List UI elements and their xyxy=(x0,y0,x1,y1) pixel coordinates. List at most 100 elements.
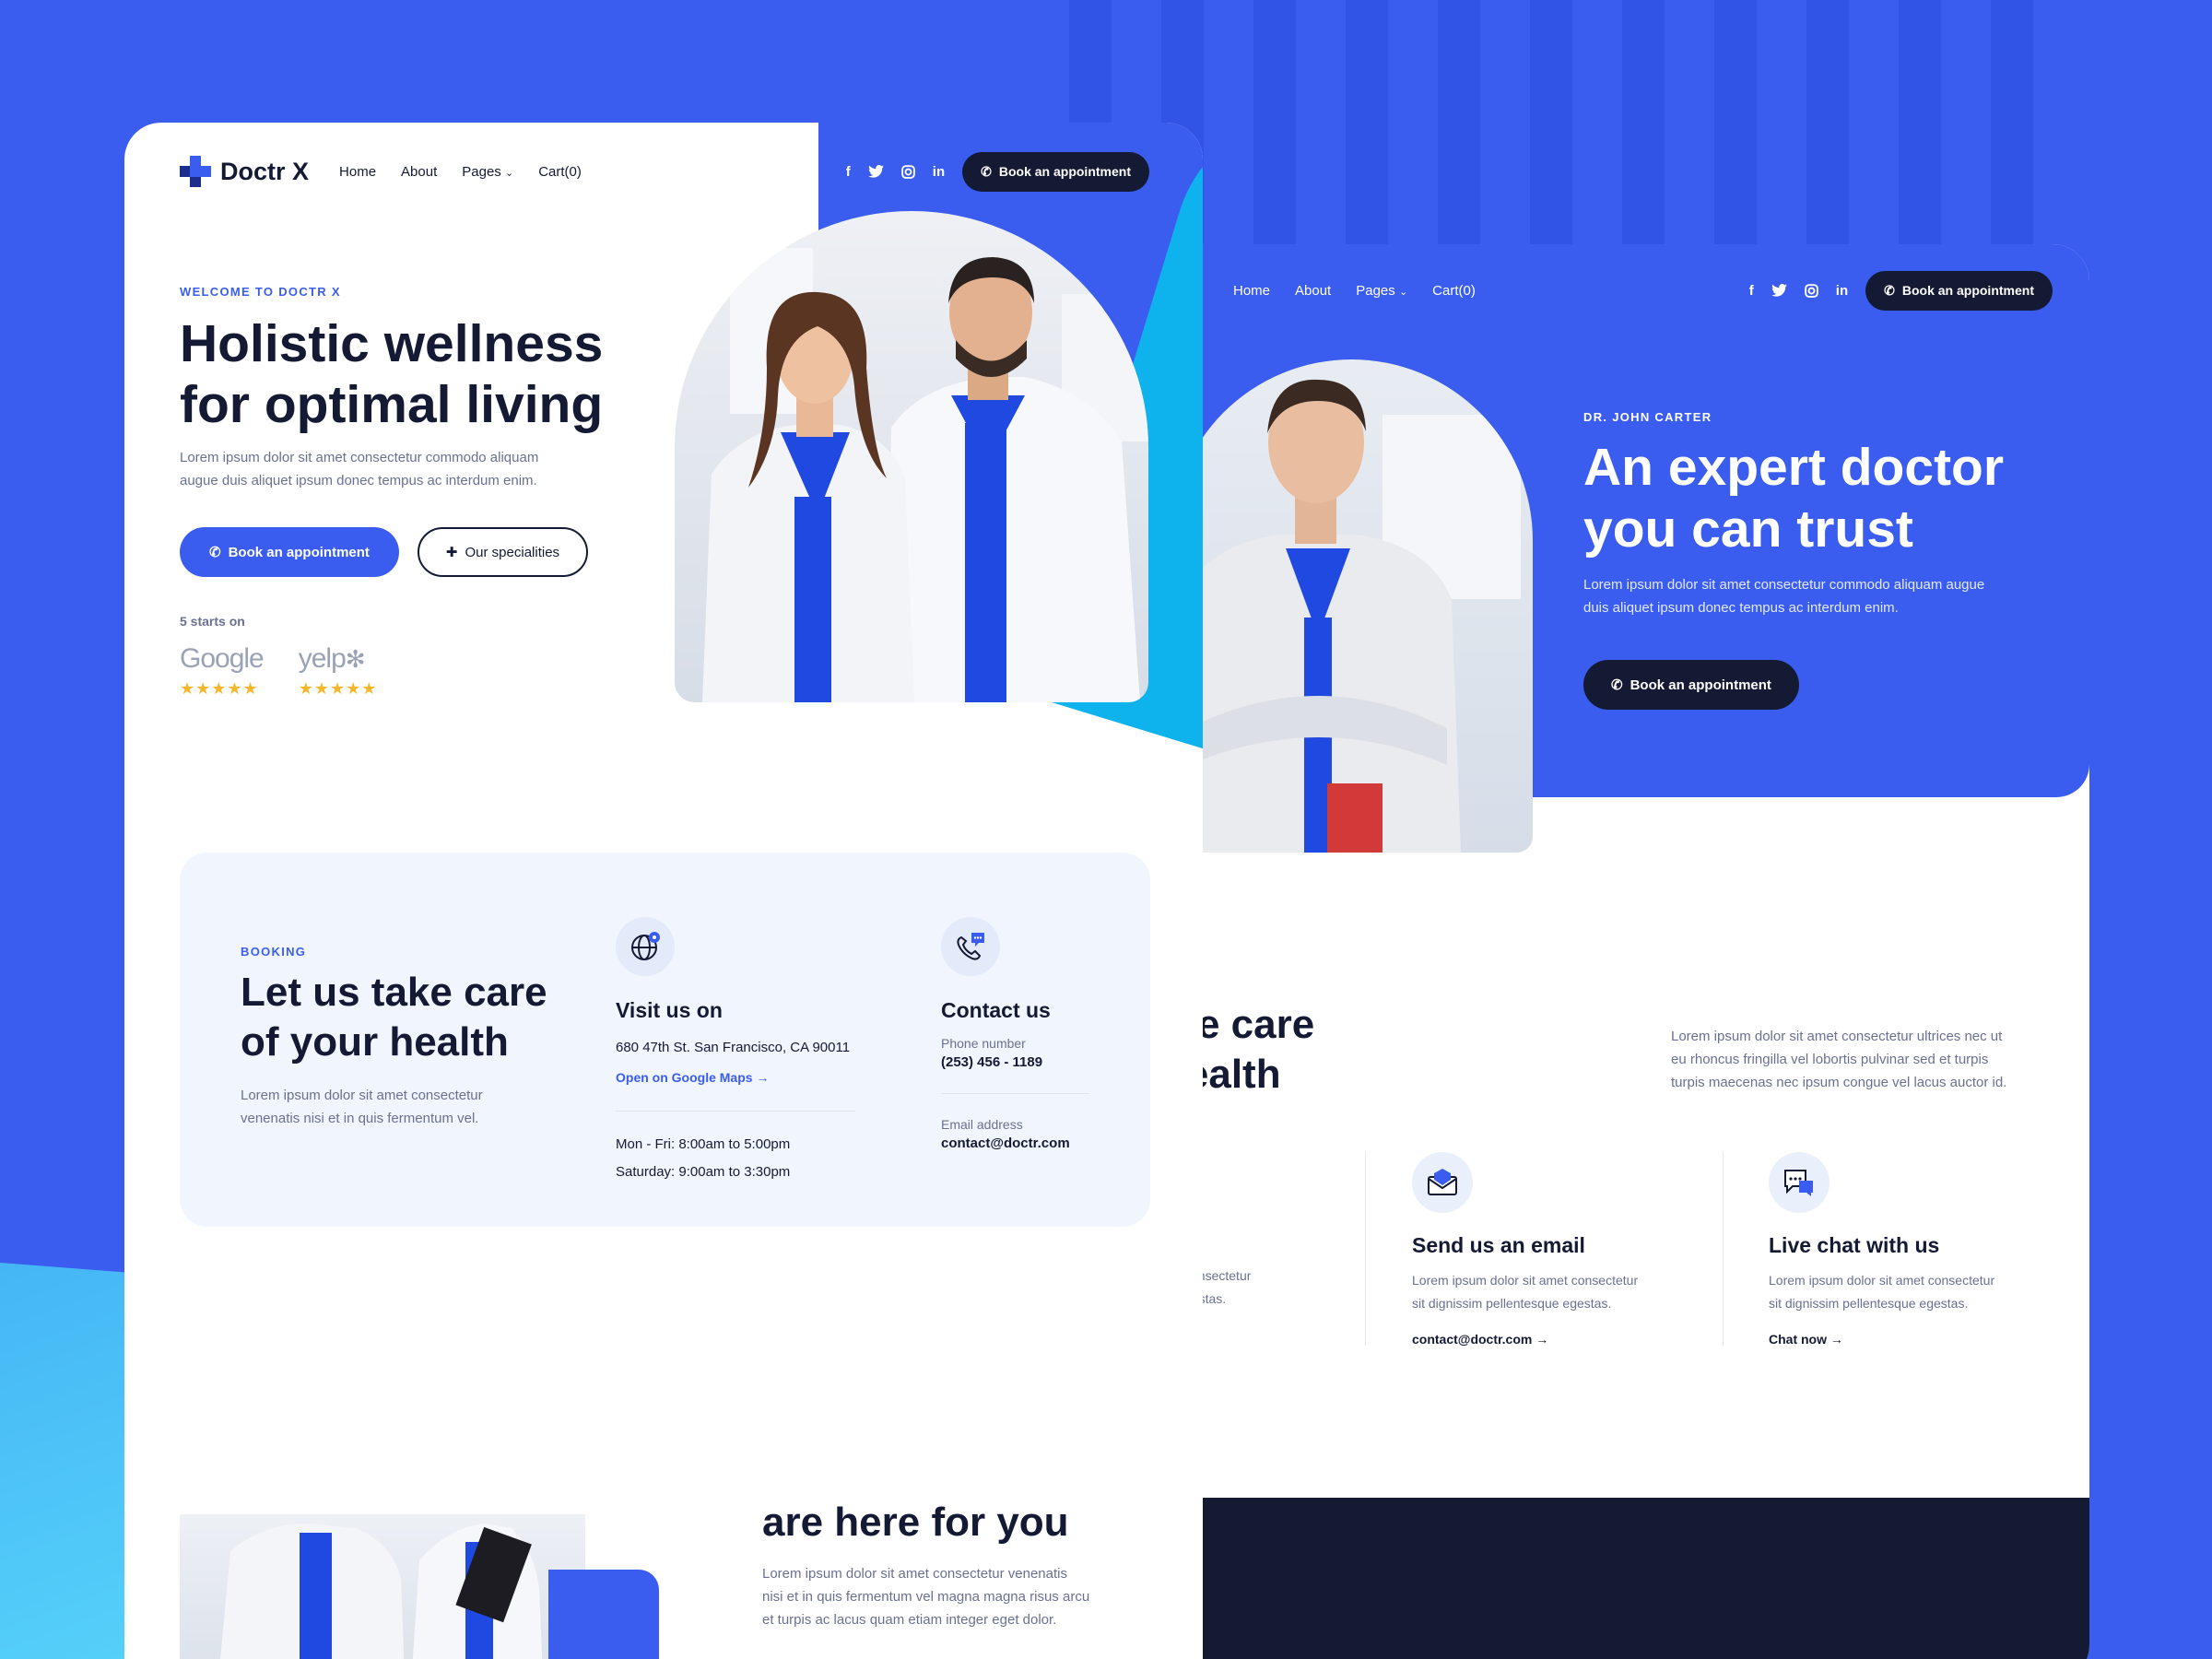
google-stars: ★★★★★ xyxy=(180,679,259,698)
booking-desc-line2: venenatis nisi et in quis fermentum vel. xyxy=(241,1111,479,1126)
hero-title: Holistic wellness for optimal living xyxy=(180,313,659,435)
instagram-icon[interactable] xyxy=(1804,283,1818,298)
linkedin-icon[interactable]: in xyxy=(1836,283,1848,299)
twitter-icon[interactable] xyxy=(867,165,884,178)
nav-cart-link[interactable]: Cart(0) xyxy=(1432,283,1476,299)
team-desc-line3: et turpis ac lacus quam etiam integer eg… xyxy=(762,1612,1057,1628)
background-stripe xyxy=(1438,0,1480,249)
feature-chat-title: Live chat with us xyxy=(1769,1233,1940,1257)
booking-title: Let us take care of your health xyxy=(241,968,609,1067)
header-book-button[interactable]: ✆ Book an appointment xyxy=(962,151,1149,192)
team-desc: Lorem ipsum dolor sit amet consectetur v… xyxy=(762,1562,1135,1631)
email-link[interactable]: contact@doctr.com → xyxy=(1412,1332,1716,1347)
doctor-book-label: Book an appointment xyxy=(1630,677,1771,693)
chat-link-label: Chat now xyxy=(1769,1332,1827,1347)
nav-about-link[interactable]: About xyxy=(401,164,437,180)
team-desc-line2: nisi et in quis fermentum vel magna magn… xyxy=(762,1589,1090,1605)
hero-book-label: Book an appointment xyxy=(228,544,370,560)
nav-pages-label: Pages xyxy=(1356,282,1395,299)
globe-pin-icon xyxy=(616,917,675,976)
phone-icon: ✆ xyxy=(981,163,992,179)
email-address[interactable]: contact@doctr.com xyxy=(941,1135,1088,1151)
google-rating: Google ★★★★★ xyxy=(180,643,265,699)
instagram-icon[interactable] xyxy=(900,164,915,179)
hero-title-line1: Holistic wellness xyxy=(180,314,604,373)
background-stripe xyxy=(1806,0,1849,249)
contact-desc-line2: eu rhoncus fringilla vel lobortis pulvin… xyxy=(1671,1052,1989,1067)
nav-home-link[interactable]: Home xyxy=(339,164,376,180)
contact-section-desc: Lorem ipsum dolor sit amet consectetur u… xyxy=(1671,1025,2049,1094)
yelp-rating: yelp✻ ★★★★★ xyxy=(299,643,378,699)
contact-divider xyxy=(941,1093,1088,1094)
visit-column: Visit us on 680 47th St. San Francisco, … xyxy=(616,917,855,1182)
doctor-title-line1: An expert doctor xyxy=(1583,438,2005,497)
doctor-book-button[interactable]: ✆ Book an appointment xyxy=(1583,660,1799,710)
header-book-label: Book an appointment xyxy=(998,164,1131,179)
hero-desc-line1: Lorem ipsum dolor sit amet consectetur c… xyxy=(180,450,539,465)
feature-chat-line1: Lorem ipsum dolor sit amet consectetur xyxy=(1769,1273,1995,1288)
chat-now-link[interactable]: Chat now → xyxy=(1769,1332,2073,1347)
feature-divider xyxy=(1723,1152,1724,1346)
hero-eyebrow: WELCOME TO DOCTR X xyxy=(180,285,341,299)
hero-text: WELCOME TO DOCTR X Holistic wellness for … xyxy=(180,285,659,699)
yelp-stars: ★★★★★ xyxy=(298,679,378,698)
rating-label: 5 starts on xyxy=(180,614,245,629)
team-title: are here for you xyxy=(762,1500,1069,1545)
team-desc-line1: Lorem ipsum dolor sit amet consectetur v… xyxy=(762,1566,1067,1582)
brand-logo[interactable]: Doctr X xyxy=(180,156,309,187)
chat-bubble-icon xyxy=(1769,1152,1830,1213)
nav-home-link[interactable]: Home xyxy=(1233,283,1270,299)
header-book-button[interactable]: ✆ Book an appointment xyxy=(1865,270,2053,311)
phone-chat-icon xyxy=(941,917,1000,976)
nav-about-link[interactable]: About xyxy=(1295,283,1331,299)
linkedin-icon[interactable]: in xyxy=(933,164,945,180)
booking-desc-line1: Lorem ipsum dolor sit amet consectetur xyxy=(241,1088,483,1103)
doctor-hero-title: An expert doctor you can trust xyxy=(1583,437,2063,560)
google-maps-link[interactable]: Open on Google Maps → xyxy=(616,1067,855,1088)
doctors-photo xyxy=(675,211,1148,702)
hero-title-line2: for optimal living xyxy=(180,375,604,434)
specialities-button[interactable]: ✚ Our specialities xyxy=(417,527,589,577)
brand-name: Doctr X xyxy=(220,157,310,185)
google-maps-label: Open on Google Maps xyxy=(616,1070,753,1085)
hero-desc: Lorem ipsum dolor sit amet consectetur c… xyxy=(180,446,659,492)
facebook-icon[interactable]: f xyxy=(1749,283,1754,299)
facebook-icon[interactable]: f xyxy=(846,164,851,180)
booking-intro: BOOKING Let us take care of your health L… xyxy=(241,945,609,1130)
feature-chat-desc: Lorem ipsum dolor sit amet consectetur si… xyxy=(1769,1269,2073,1315)
email-label: Email address xyxy=(941,1117,1023,1132)
nav-pages-dropdown[interactable]: Pages ⌄ xyxy=(1356,283,1407,299)
google-logo: Google xyxy=(180,643,265,674)
background-stripe xyxy=(1346,0,1388,249)
hero-book-button[interactable]: ✆ Book an appointment xyxy=(180,527,399,577)
booking-section: BOOKING Let us take care of your health L… xyxy=(180,853,1150,1227)
feature-email-desc: Lorem ipsum dolor sit amet consectetur si… xyxy=(1412,1269,1716,1315)
twitter-icon[interactable] xyxy=(1771,284,1787,297)
team-illustration xyxy=(220,1524,543,1659)
feature-email-line2: sit dignissim pellentesque egestas. xyxy=(1412,1296,1612,1311)
arrow-right-icon: → xyxy=(1830,1332,1843,1347)
phone-icon: ✆ xyxy=(209,545,221,560)
phone-icon: ✆ xyxy=(1611,677,1623,693)
background-stripe xyxy=(1622,0,1665,249)
nav-pages-dropdown[interactable]: Pages ⌄ xyxy=(462,164,513,180)
arrow-right-icon: → xyxy=(756,1070,770,1085)
contact-column: Contact us Phone number (253) 456 - 1189… xyxy=(941,917,1088,1151)
contact-desc-line3: turpis maecenas nec ipsum congue vel lac… xyxy=(1671,1075,2007,1090)
team-blue-accent xyxy=(548,1570,659,1659)
arrow-right-icon: → xyxy=(1535,1332,1549,1347)
visit-divider xyxy=(616,1111,855,1112)
plus-outline-icon: ✚ xyxy=(445,545,458,560)
visit-address: 680 47th St. San Francisco, CA 90011 xyxy=(616,1040,851,1055)
feature-chat-line2: sit dignissim pellentesque egestas. xyxy=(1769,1296,1969,1311)
doctor-title-line2: you can trust xyxy=(1583,500,1913,559)
doctor-page-card: Home About Pages ⌄ Cart(0) f in ✆ Book an… xyxy=(1152,244,2089,1659)
visit-title: Visit us on xyxy=(616,998,723,1022)
chevron-down-icon: ⌄ xyxy=(1398,286,1408,298)
phone-number[interactable]: (253) 456 - 1189 xyxy=(941,1054,1088,1070)
contact-title: Contact us xyxy=(941,998,1051,1022)
nav-cart-link[interactable]: Cart(0) xyxy=(538,164,582,180)
header-book-label: Book an appointment xyxy=(1901,283,2034,298)
phone-icon: ✆ xyxy=(1884,282,1895,298)
background-stripe xyxy=(1530,0,1572,249)
